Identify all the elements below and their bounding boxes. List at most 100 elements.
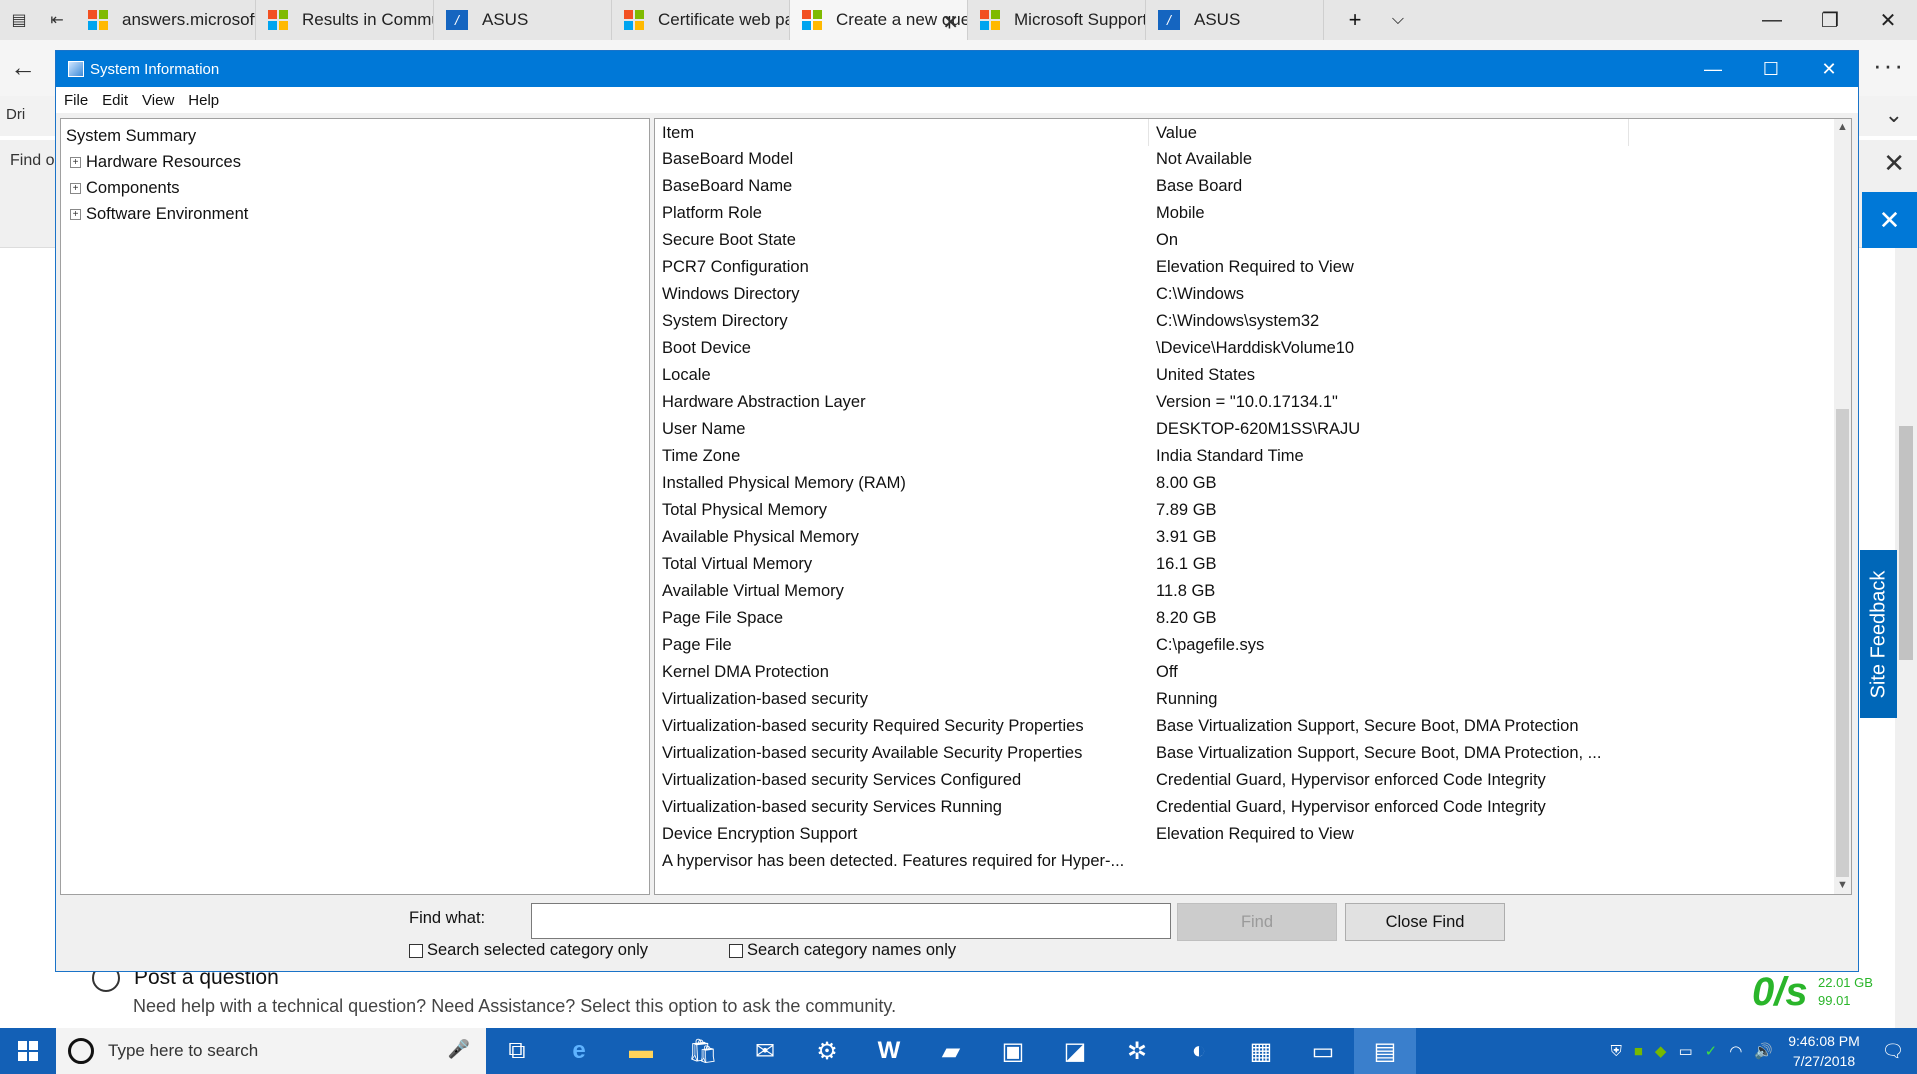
page-scroll-thumb[interactable] xyxy=(1899,426,1913,660)
browser-tab[interactable]: / ASUS xyxy=(1146,0,1324,40)
checkbox-box[interactable] xyxy=(409,943,423,958)
browser-tab[interactable]: / ASUS xyxy=(434,0,612,40)
back-arrow-icon[interactable]: ← xyxy=(10,52,36,83)
system-information-taskbar-icon[interactable]: ▤ xyxy=(1354,1028,1416,1074)
minimize-icon[interactable]: — xyxy=(1684,51,1742,87)
microphone-icon[interactable]: 🎤 xyxy=(448,1039,470,1060)
table-row[interactable]: Virtualization-based security Running xyxy=(655,686,1835,713)
outlook-icon[interactable]: ▣ xyxy=(982,1028,1044,1074)
browser-tab[interactable]: Create a new quest✕ xyxy=(790,0,968,40)
window-title-bar[interactable]: System Information — ☐ ✕ xyxy=(56,51,1858,87)
cortana-icon[interactable] xyxy=(68,1038,94,1064)
column-header-item[interactable]: Item xyxy=(655,119,1149,146)
table-row[interactable]: Hardware Abstraction Layer Version = "10.… xyxy=(655,389,1835,416)
table-row[interactable]: Total Virtual Memory 16.1 GB xyxy=(655,551,1835,578)
table-row[interactable]: Windows Directory C:\Windows xyxy=(655,281,1835,308)
nvidia-icon[interactable]: ■ xyxy=(1634,1043,1643,1060)
table-row[interactable]: Virtualization-based security Services C… xyxy=(655,767,1835,794)
find-button[interactable]: Find xyxy=(1177,903,1337,941)
panel-close-icon[interactable]: ✕ xyxy=(1862,192,1917,248)
paint-icon[interactable]: ◐ xyxy=(1168,1028,1230,1074)
table-row[interactable]: Secure Boot State On xyxy=(655,227,1835,254)
store-icon[interactable]: 🛍 xyxy=(672,1028,734,1074)
taskbar-search[interactable]: Type here to search 🎤 xyxy=(56,1028,486,1074)
table-row[interactable]: BaseBoard Model Not Available xyxy=(655,146,1835,173)
table-row[interactable]: Page File Space 8.20 GB xyxy=(655,605,1835,632)
mail-icon[interactable]: ✉ xyxy=(734,1028,796,1074)
calculator-icon[interactable]: ▦ xyxy=(1230,1028,1292,1074)
chevron-down-icon[interactable]: ⌄ xyxy=(1885,102,1903,128)
settings-gear-icon[interactable]: ⚙ xyxy=(796,1028,858,1074)
tree-item-software-environment[interactable]: + Software Environment xyxy=(66,201,649,227)
browser-close-icon[interactable]: ✕ xyxy=(1859,0,1917,40)
wifi-icon[interactable]: ◠ xyxy=(1729,1042,1742,1060)
table-row[interactable]: Locale United States xyxy=(655,362,1835,389)
tree-item-components[interactable]: + Components xyxy=(66,175,649,201)
table-row[interactable]: BaseBoard Name Base Board xyxy=(655,173,1835,200)
browser-tab[interactable]: Certificate web page e› xyxy=(612,0,790,40)
clock[interactable]: 9:46:08 PM 7/27/2018 xyxy=(1779,1031,1869,1071)
page-scrollbar[interactable] xyxy=(1895,248,1917,1028)
table-row[interactable]: Boot Device \Device\HarddiskVolume10 xyxy=(655,335,1835,362)
edge-icon[interactable]: e xyxy=(548,1028,610,1074)
table-row[interactable]: Page File C:\pagefile.sys xyxy=(655,632,1835,659)
close-icon[interactable]: ✕ xyxy=(1800,51,1858,87)
more-options-icon[interactable]: ··· xyxy=(1873,50,1905,81)
tab-list-chevron-icon[interactable]: ⌵ xyxy=(1378,0,1418,40)
scroll-down-icon[interactable]: ▼ xyxy=(1834,877,1851,894)
word-icon[interactable]: W xyxy=(858,1028,920,1074)
network-app-icon[interactable]: ✲ xyxy=(1106,1028,1168,1074)
table-row[interactable]: Available Virtual Memory 11.8 GB xyxy=(655,578,1835,605)
menu-view[interactable]: View xyxy=(142,92,174,109)
drive-status-icon[interactable]: ◆ xyxy=(1655,1042,1667,1060)
browser-tab[interactable]: answers.microsoft.com xyxy=(76,0,256,40)
start-button[interactable] xyxy=(0,1028,56,1074)
notes-icon[interactable]: ◪ xyxy=(1044,1028,1106,1074)
check-status-icon[interactable]: ✓ xyxy=(1705,1042,1718,1060)
tab-preview-icon[interactable]: ▤ xyxy=(0,0,38,40)
category-tree[interactable]: System Summary + Hardware Resources + Co… xyxy=(60,118,650,895)
expand-plus-icon[interactable]: + xyxy=(70,156,81,168)
table-row[interactable]: User Name DESKTOP-620M1SS\RAJU xyxy=(655,416,1835,443)
scroll-up-icon[interactable]: ▲ xyxy=(1834,119,1851,136)
table-row[interactable]: Virtualization-based security Required S… xyxy=(655,713,1835,740)
expand-plus-icon[interactable]: + xyxy=(70,208,81,220)
browser-minimize-icon[interactable]: — xyxy=(1743,0,1801,40)
table-row[interactable]: Total Physical Memory 7.89 GB xyxy=(655,497,1835,524)
details-list[interactable]: Item Value BaseBoard Model Not Available B… xyxy=(654,118,1852,895)
menu-edit[interactable]: Edit xyxy=(102,92,128,109)
menu-help[interactable]: Help xyxy=(188,92,219,109)
table-row[interactable]: Installed Physical Memory (RAM) 8.00 GB xyxy=(655,470,1835,497)
table-row[interactable]: Virtualization-based security Services R… xyxy=(655,794,1835,821)
menu-file[interactable]: File xyxy=(64,92,88,109)
set-aside-tabs-icon[interactable]: ⇤ xyxy=(38,0,76,40)
notification-center-icon[interactable]: 🗨 xyxy=(1869,1041,1917,1062)
table-row[interactable]: Virtualization-based security Available … xyxy=(655,740,1835,767)
list-scrollbar[interactable]: ▲ ▼ xyxy=(1834,119,1851,894)
site-feedback-button[interactable]: Site Feedback xyxy=(1860,550,1897,718)
table-row[interactable]: Platform Role Mobile xyxy=(655,200,1835,227)
search-selected-category-checkbox[interactable]: Search selected category only xyxy=(409,941,648,960)
browser-tab[interactable]: Microsoft Support Tech xyxy=(968,0,1146,40)
table-row[interactable]: Device Encryption Support Elevation Requi… xyxy=(655,821,1835,848)
checkbox-box[interactable] xyxy=(729,943,743,958)
close-find-button[interactable]: Close Find xyxy=(1345,903,1505,941)
expand-plus-icon[interactable]: + xyxy=(70,182,81,194)
find-what-input[interactable] xyxy=(531,903,1171,939)
browser-restore-icon[interactable]: ❐ xyxy=(1801,0,1859,40)
table-row[interactable]: Available Physical Memory 3.91 GB xyxy=(655,524,1835,551)
command-prompt-icon[interactable]: ▭ xyxy=(1292,1028,1354,1074)
maximize-icon[interactable]: ☐ xyxy=(1742,51,1800,87)
column-header-value[interactable]: Value xyxy=(1149,119,1629,146)
table-row[interactable]: A hypervisor has been detected. Features… xyxy=(655,848,1835,875)
battery-icon[interactable]: ▭ xyxy=(1678,1042,1692,1060)
list-scroll-thumb[interactable] xyxy=(1836,409,1849,877)
tree-item-hardware-resources[interactable]: + Hardware Resources xyxy=(66,149,649,175)
volume-icon[interactable]: 🔊 xyxy=(1754,1042,1773,1060)
browser-tab[interactable]: Results in Community F xyxy=(256,0,434,40)
security-shield-icon[interactable]: ⛨ xyxy=(1611,1043,1622,1060)
table-row[interactable]: PCR7 Configuration Elevation Required to … xyxy=(655,254,1835,281)
table-row[interactable]: System Directory C:\Windows\system32 xyxy=(655,308,1835,335)
file-explorer-icon[interactable]: ▬ xyxy=(610,1028,672,1074)
app-icon-blue[interactable]: ▰ xyxy=(920,1028,982,1074)
